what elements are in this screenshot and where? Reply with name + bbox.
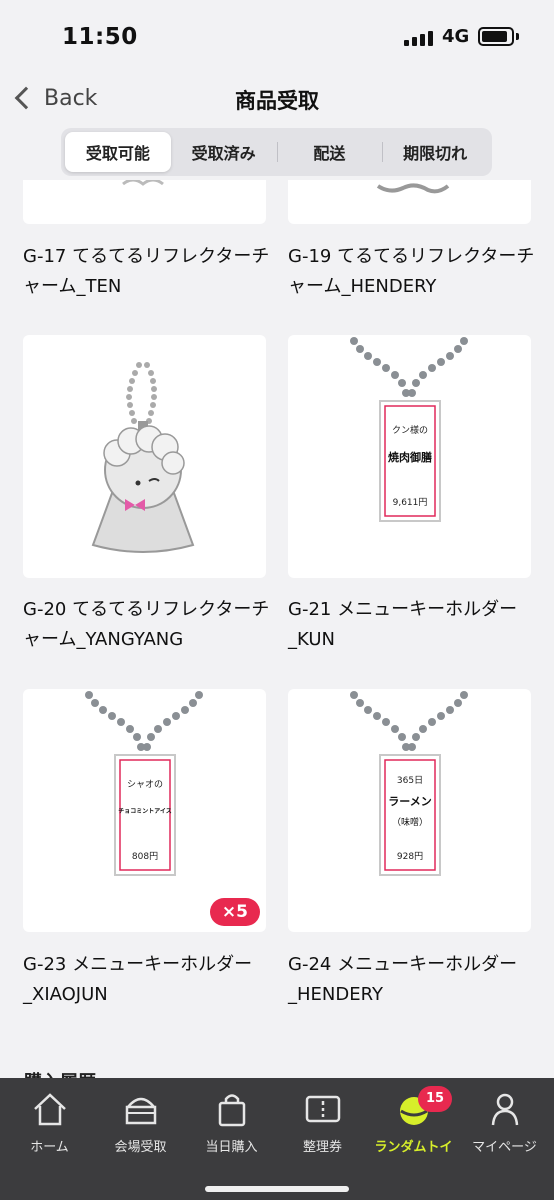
item-name-g20: G-20 てるてるリフレクターチャーム_YANGYANG bbox=[23, 599, 270, 650]
tab-label: 会場受取 bbox=[114, 1140, 167, 1155]
tab-my-page[interactable]: マイページ bbox=[459, 1078, 550, 1200]
notification-badge: 15 bbox=[418, 1086, 452, 1112]
tag-line: チョコミントアイス bbox=[118, 808, 172, 815]
status-time: 11:50 bbox=[62, 24, 138, 50]
quantity-badge: ×5 bbox=[209, 898, 260, 926]
tab-delivery[interactable]: 配送 bbox=[276, 132, 383, 172]
status-segmented-control: 受取可能 受取済み 配送 期限切れ bbox=[61, 128, 492, 176]
item-grid: G-17 てるてるリフレクターチャーム_TEN G-19 てるてるリフレクターチ… bbox=[0, 180, 554, 1078]
person-icon bbox=[485, 1090, 525, 1128]
item-image-g21[interactable]: クン様の 焼肉御膳 9,611円 bbox=[288, 335, 531, 578]
tab-home[interactable]: ホーム bbox=[4, 1078, 95, 1200]
menu-keyholder-image: クン様の 焼肉御膳 9,611円 bbox=[350, 337, 468, 522]
charm-image bbox=[376, 183, 450, 194]
purchase-history-heading: 購入履歴 bbox=[24, 1068, 96, 1078]
item-name-g23: G-23 メニューキーホルダー_XIAOJUN bbox=[23, 954, 253, 1005]
charm-image bbox=[122, 180, 164, 186]
tab-label: ホーム bbox=[30, 1140, 69, 1155]
tag-line: ラーメン bbox=[388, 795, 432, 808]
item-image-g19[interactable] bbox=[288, 180, 531, 224]
item-image-g17[interactable] bbox=[23, 180, 266, 224]
menu-keyholder-image: シャオの チョコミントアイス 808円 bbox=[85, 691, 203, 876]
tag-line: 焼肉御膳 bbox=[388, 450, 432, 464]
battery-icon bbox=[478, 27, 514, 46]
tab-receivable[interactable]: 受取可能 bbox=[65, 132, 171, 172]
network-type: 4G bbox=[442, 26, 470, 47]
tag-line: シャオの bbox=[127, 779, 163, 790]
tag-line: 365日 bbox=[397, 775, 423, 786]
tab-expired[interactable]: 期限切れ bbox=[382, 132, 488, 172]
tab-label: 当日購入 bbox=[205, 1140, 258, 1155]
tag-line: クン様の bbox=[392, 424, 428, 436]
item-name-g21: G-21 メニューキーホルダー_KUN bbox=[288, 599, 518, 650]
tag-price: 928円 bbox=[397, 851, 423, 862]
ticket-icon bbox=[303, 1090, 343, 1128]
tab-label: ランダムトイ bbox=[374, 1140, 453, 1155]
item-name-g24: G-24 メニューキーホルダー_HENDERY bbox=[288, 954, 518, 1005]
tab-received[interactable]: 受取済み bbox=[171, 132, 277, 172]
bag-icon bbox=[212, 1090, 252, 1128]
menu-keyholder-image: 365日 ラーメン （味噌） 928円 bbox=[350, 691, 468, 876]
tab-bar: ホーム 会場受取 当日購入 整理券 ランダムトイ 15 マイページ bbox=[0, 1078, 554, 1200]
tag-price: 808円 bbox=[132, 851, 158, 862]
home-icon bbox=[30, 1090, 70, 1128]
item-image-g23[interactable]: シャオの チョコミントアイス 808円 ×5 bbox=[23, 689, 266, 932]
tab-label: マイページ bbox=[472, 1140, 537, 1155]
tab-random-toy[interactable]: ランダムトイ 15 bbox=[368, 1078, 459, 1200]
item-image-g20[interactable] bbox=[23, 335, 266, 578]
tag-price: 9,611円 bbox=[393, 497, 428, 508]
item-name-g17: G-17 てるてるリフレクターチャーム_TEN bbox=[23, 246, 270, 297]
item-image-g24[interactable]: 365日 ラーメン （味噌） 928円 bbox=[288, 689, 531, 932]
nav-header: Back 商品受取 bbox=[0, 70, 554, 126]
store-icon bbox=[121, 1090, 161, 1128]
home-indicator bbox=[205, 1186, 349, 1192]
tab-venue-pickup[interactable]: 会場受取 bbox=[95, 1078, 186, 1200]
tab-ticket[interactable]: 整理券 bbox=[277, 1078, 368, 1200]
tab-label: 整理券 bbox=[302, 1140, 342, 1155]
signal-icon bbox=[404, 30, 434, 46]
status-bar: 11:50 4G bbox=[0, 0, 554, 70]
teru-teru-charm-image bbox=[91, 362, 195, 553]
item-name-g19: G-19 てるてるリフレクターチャーム_HENDERY bbox=[288, 246, 535, 297]
tag-line: （味噌） bbox=[392, 816, 428, 828]
page-title: 商品受取 bbox=[235, 89, 319, 113]
tab-same-day-purchase[interactable]: 当日購入 bbox=[186, 1078, 277, 1200]
